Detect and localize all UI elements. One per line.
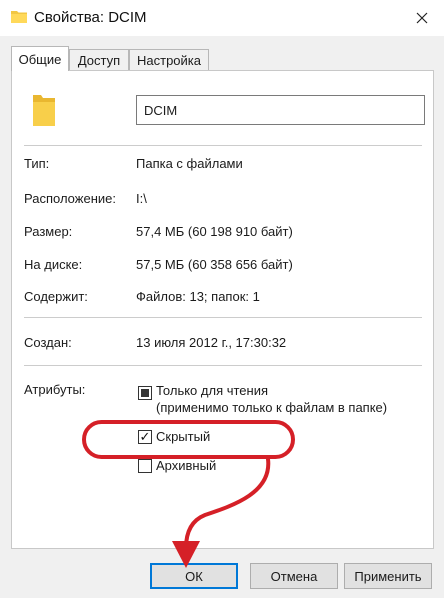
- cancel-button[interactable]: Отмена: [250, 563, 338, 589]
- separator: [24, 317, 422, 318]
- contains-label: Содержит:: [24, 289, 88, 304]
- separator: [24, 365, 422, 366]
- location-label: Расположение:: [24, 191, 116, 206]
- readonly-checkbox[interactable]: [138, 386, 152, 400]
- general-panel: DCIM Тип: Папка с файлами Расположение: …: [11, 70, 434, 549]
- folder-icon: [33, 95, 55, 126]
- size-value: 57,4 МБ (60 198 910 байт): [136, 224, 293, 239]
- location-value: I:\: [136, 191, 147, 206]
- tab-access[interactable]: Доступ: [69, 49, 129, 71]
- apply-button[interactable]: Применить: [344, 563, 432, 589]
- on-disk-value: 57,5 МБ (60 358 656 байт): [136, 257, 293, 272]
- archive-checkbox[interactable]: [138, 459, 152, 473]
- readonly-label: Только для чтения: [156, 383, 269, 398]
- contains-value: Файлов: 13; папок: 1: [136, 289, 260, 304]
- created-label: Создан:: [24, 335, 72, 350]
- tab-general[interactable]: Общие: [11, 46, 69, 71]
- readonly-label-note: (применимо только к файлам в папке): [156, 400, 388, 415]
- tab-settings[interactable]: Настройка: [129, 49, 209, 71]
- archive-label: Архивный: [156, 458, 217, 473]
- attributes-label: Атрибуты:: [24, 382, 86, 397]
- on-disk-label: На диске:: [24, 257, 83, 272]
- created-value: 13 июля 2012 г., 17:30:32: [136, 335, 287, 350]
- window-title: Свойства: DCIM: [34, 9, 147, 26]
- title-bar: Свойства: DCIM: [0, 0, 444, 36]
- size-label: Размер:: [24, 224, 73, 239]
- folder-icon: [11, 11, 27, 23]
- separator: [24, 145, 422, 146]
- type-label: Тип:: [24, 156, 50, 171]
- folder-name-input[interactable]: DCIM: [136, 95, 425, 125]
- close-button[interactable]: [400, 0, 444, 36]
- annotation-highlight-ring: [82, 420, 295, 459]
- type-value: Папка с файлами: [136, 156, 243, 171]
- close-icon: [416, 12, 428, 24]
- ok-button[interactable]: ОК: [150, 563, 238, 589]
